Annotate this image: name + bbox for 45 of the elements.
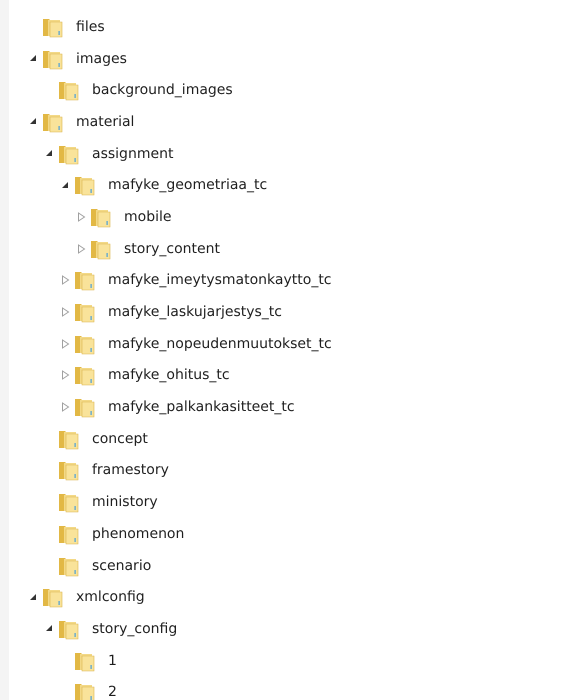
expanded-arrow-icon[interactable] — [29, 592, 38, 602]
folder-name[interactable]: 1 — [108, 652, 117, 669]
folder-name[interactable]: mafyke_laskujarjestys_tc — [108, 304, 282, 320]
collapsed-arrow-icon[interactable] — [61, 370, 70, 380]
folder-icon — [73, 269, 95, 292]
folder-icon — [73, 174, 95, 196]
folder-name[interactable]: scenario — [92, 558, 152, 574]
folder-icon — [73, 681, 95, 700]
folder-name[interactable]: images — [76, 50, 127, 67]
folder-name[interactable]: mafyke_geometriaa_tc — [108, 177, 268, 194]
folder-name[interactable]: mafyke_imeytysmatonkaytto_tc — [108, 272, 332, 288]
collapsed-arrow-icon[interactable] — [61, 275, 70, 286]
folder-name[interactable]: mafyke_ohitus_tc — [108, 367, 230, 384]
folder-name[interactable]: assignment — [92, 146, 174, 162]
folder-icon — [57, 459, 79, 482]
folder-name[interactable]: mafyke_nopeudenmuutokset_tc — [108, 336, 332, 352]
folder-name[interactable]: story_content — [124, 240, 220, 257]
folder-name[interactable]: mobile — [124, 208, 172, 225]
expanded-arrow-icon[interactable] — [45, 149, 54, 158]
folder-name[interactable]: story_config — [92, 620, 178, 637]
collapsed-arrow-icon[interactable] — [77, 244, 86, 254]
folder-icon — [41, 586, 63, 608]
collapsed-arrow-icon[interactable] — [61, 338, 70, 349]
folder-name[interactable]: 2 — [108, 684, 117, 700]
folder-name[interactable]: mafyke_palkankasitteet_tc — [108, 399, 295, 416]
collapsed-arrow-icon[interactable] — [61, 402, 70, 412]
folder-name[interactable]: phenomenon — [92, 526, 184, 542]
expanded-arrow-icon[interactable] — [45, 624, 54, 634]
expanded-arrow-icon[interactable] — [61, 180, 70, 190]
collapsed-arrow-icon[interactable] — [77, 212, 86, 222]
folder-name[interactable]: xmlconfig — [76, 589, 145, 606]
expanded-arrow-icon[interactable] — [29, 54, 38, 64]
folder-icon — [73, 396, 95, 418]
folder-name[interactable]: material — [76, 114, 134, 130]
folder-name[interactable]: background_images — [92, 82, 233, 98]
collapsed-arrow-icon[interactable] — [61, 307, 70, 318]
folder-name[interactable]: concept — [92, 430, 148, 447]
folder-icon — [57, 79, 79, 102]
folder-icon — [73, 301, 95, 324]
folder-name[interactable]: files — [76, 18, 105, 35]
expanded-arrow-icon[interactable] — [29, 117, 38, 126]
folder-name[interactable]: ministory — [92, 494, 158, 510]
folder-icon — [73, 364, 95, 386]
folder-name[interactable]: framestory — [92, 462, 169, 478]
folder-icon — [57, 491, 79, 514]
